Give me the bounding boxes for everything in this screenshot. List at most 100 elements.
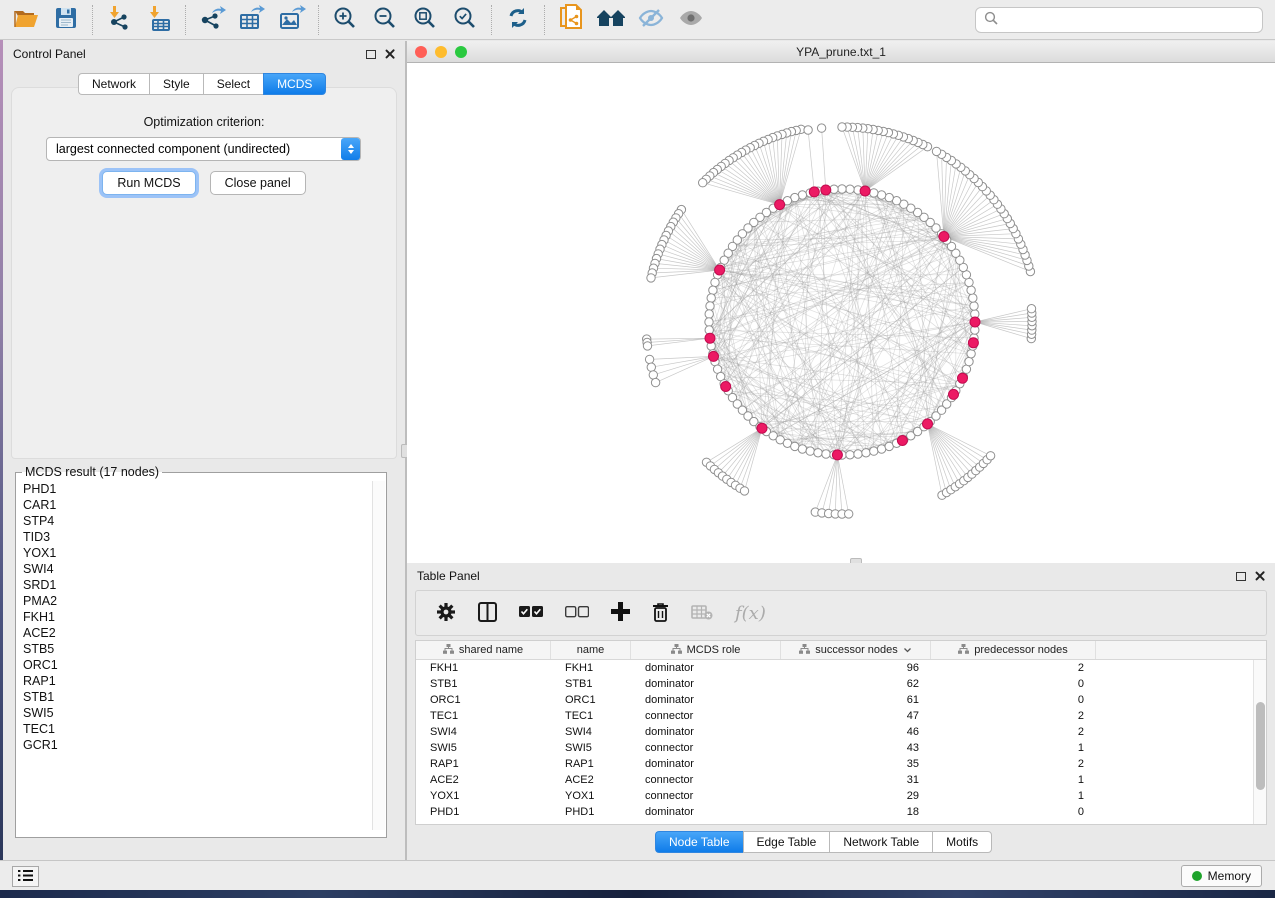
mcds-result-item[interactable]: SWI5 [17, 705, 372, 721]
table-cell[interactable]: FKH1 [551, 662, 631, 674]
mcds-result-item[interactable]: YOX1 [17, 545, 372, 561]
tab-mcds[interactable]: MCDS [263, 73, 326, 95]
zoom-out-button[interactable] [365, 3, 405, 37]
table-cell[interactable]: RAP1 [416, 758, 551, 770]
table-cell[interactable]: connector [631, 710, 781, 722]
table-cell[interactable]: dominator [631, 694, 781, 706]
table-row[interactable]: ORC1ORC1dominator610 [416, 692, 1266, 708]
mcds-result-item[interactable]: PHD1 [17, 481, 372, 497]
export-table-button[interactable] [232, 3, 272, 37]
tab-network[interactable]: Network [78, 73, 149, 95]
tab-style[interactable]: Style [149, 73, 203, 95]
close-table-panel-icon[interactable] [1255, 571, 1265, 581]
table-cell[interactable]: dominator [631, 806, 781, 818]
table-cell[interactable]: 1 [931, 774, 1096, 786]
table-cell[interactable]: 2 [931, 758, 1096, 770]
delete-columns-button[interactable] [691, 598, 713, 628]
table-row[interactable]: TEC1TEC1connector472 [416, 708, 1266, 724]
table-cell[interactable]: RAP1 [551, 758, 631, 770]
table-tab-node-table[interactable]: Node Table [655, 831, 743, 853]
table-settings-button[interactable] [436, 598, 456, 628]
table-cell[interactable]: 62 [781, 678, 931, 690]
search-input[interactable] [1004, 13, 1254, 27]
table-cell[interactable]: 1 [931, 790, 1096, 802]
table-row[interactable]: ACE2ACE2connector311 [416, 772, 1266, 788]
table-row[interactable]: PHD1PHD1dominator180 [416, 804, 1266, 820]
memory-button[interactable]: Memory [1181, 865, 1262, 887]
table-cell[interactable]: 29 [781, 790, 931, 802]
close-panel-icon[interactable] [385, 49, 395, 59]
show-columns-button[interactable] [478, 598, 497, 628]
table-tab-network-table[interactable]: Network Table [829, 831, 932, 853]
table-cell[interactable]: 0 [931, 694, 1096, 706]
tab-select[interactable]: Select [203, 73, 263, 95]
close-panel-button[interactable]: Close panel [210, 171, 306, 195]
column-header-successor-nodes[interactable]: successor nodes [781, 641, 931, 659]
mcds-result-item[interactable]: CAR1 [17, 497, 372, 513]
float-panel-icon[interactable] [366, 50, 376, 59]
table-row[interactable]: SWI5SWI5connector431 [416, 740, 1266, 756]
float-table-panel-icon[interactable] [1236, 572, 1246, 581]
table-tab-motifs[interactable]: Motifs [932, 831, 992, 853]
table-cell[interactable]: connector [631, 742, 781, 754]
column-header-shared-name[interactable]: shared name [416, 641, 551, 659]
mcds-result-item[interactable]: TEC1 [17, 721, 372, 737]
mcds-result-item[interactable]: TID3 [17, 529, 372, 545]
table-cell[interactable]: SWI4 [416, 726, 551, 738]
mcds-result-item[interactable]: ACE2 [17, 625, 372, 641]
zoom-in-button[interactable] [325, 3, 365, 37]
table-cell[interactable]: SWI5 [551, 742, 631, 754]
mcds-result-item[interactable]: RAP1 [17, 673, 372, 689]
select-all-button[interactable] [519, 598, 543, 628]
function-builder-label[interactable]: f(x) [735, 603, 766, 624]
hide-details-button[interactable] [631, 3, 671, 37]
column-header-name[interactable]: name [551, 641, 631, 659]
table-cell[interactable]: SWI4 [551, 726, 631, 738]
import-table-button[interactable] [139, 3, 179, 37]
table-row[interactable]: SWI4SWI4dominator462 [416, 724, 1266, 740]
table-cell[interactable]: dominator [631, 726, 781, 738]
mcds-result-item[interactable]: STP4 [17, 513, 372, 529]
table-cell[interactable]: 46 [781, 726, 931, 738]
zoom-fit-button[interactable] [405, 3, 445, 37]
network-graph[interactable] [407, 63, 1275, 562]
table-cell[interactable]: 43 [781, 742, 931, 754]
add-button[interactable] [611, 598, 630, 628]
mcds-result-item[interactable]: PMA2 [17, 593, 372, 609]
export-network-button[interactable] [192, 3, 232, 37]
table-cell[interactable]: 31 [781, 774, 931, 786]
table-cell[interactable]: connector [631, 774, 781, 786]
table-cell[interactable]: connector [631, 790, 781, 802]
clone-network-button[interactable] [551, 3, 591, 37]
import-network-button[interactable] [99, 3, 139, 37]
refresh-button[interactable] [498, 3, 538, 37]
mcds-list-scrollbar[interactable] [372, 481, 385, 830]
table-cell[interactable]: 1 [931, 742, 1096, 754]
table-cell[interactable]: PHD1 [416, 806, 551, 818]
table-cell[interactable]: 2 [931, 726, 1096, 738]
mcds-result-item[interactable]: STB1 [17, 689, 372, 705]
save-session-button[interactable] [46, 3, 86, 37]
table-cell[interactable]: STB1 [551, 678, 631, 690]
table-cell[interactable]: YOX1 [551, 790, 631, 802]
run-mcds-button[interactable]: Run MCDS [102, 171, 195, 195]
mcds-result-item[interactable]: FKH1 [17, 609, 372, 625]
table-cell[interactable]: dominator [631, 678, 781, 690]
table-cell[interactable]: ACE2 [551, 774, 631, 786]
open-file-button[interactable] [6, 3, 46, 37]
table-row[interactable]: FKH1FKH1dominator962 [416, 660, 1266, 676]
task-history-button[interactable] [12, 866, 39, 887]
table-cell[interactable]: 2 [931, 710, 1096, 722]
mcds-result-item[interactable]: STB5 [17, 641, 372, 657]
home-overview-button[interactable] [591, 3, 631, 37]
table-cell[interactable]: 47 [781, 710, 931, 722]
table-cell[interactable]: SWI5 [416, 742, 551, 754]
table-row[interactable]: YOX1YOX1connector291 [416, 788, 1266, 804]
table-tab-edge-table[interactable]: Edge Table [743, 831, 830, 853]
table-scrollbar-thumb[interactable] [1256, 702, 1265, 790]
table-cell[interactable]: YOX1 [416, 790, 551, 802]
table-cell[interactable]: 96 [781, 662, 931, 674]
column-header-predecessor-nodes[interactable]: predecessor nodes [931, 641, 1096, 659]
table-cell[interactable]: ORC1 [551, 694, 631, 706]
network-titlebar[interactable]: YPA_prune.txt_1 [407, 41, 1275, 63]
